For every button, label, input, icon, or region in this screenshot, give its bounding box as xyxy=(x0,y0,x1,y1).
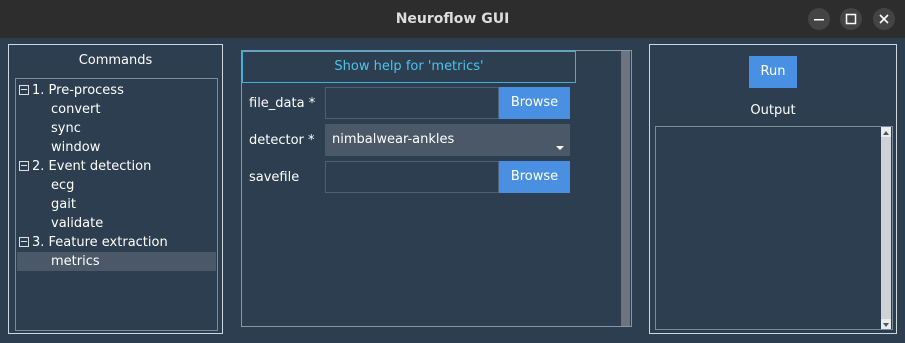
detector-select[interactable]: nimbalwear-ankles xyxy=(325,124,570,156)
file-data-label: file_data * xyxy=(249,96,316,111)
browse-savefile-button[interactable]: Browse xyxy=(499,161,570,193)
run-button[interactable]: Run xyxy=(749,56,797,88)
tree-item-metrics[interactable]: metrics xyxy=(17,252,216,271)
scroll-up-icon xyxy=(883,131,889,135)
tree-group-label: 3. Feature extraction xyxy=(32,235,168,250)
file-data-input[interactable] xyxy=(325,87,499,119)
run-panel: Run Output xyxy=(649,44,897,334)
title-bar: Neuroflow GUI xyxy=(0,0,905,38)
tree-item-convert[interactable]: convert xyxy=(51,100,100,119)
tree-item-window[interactable]: window xyxy=(51,138,100,157)
tree-group-label: 1. Pre-process xyxy=(32,83,124,98)
browse-file-data-button[interactable]: Browse xyxy=(499,87,570,119)
collapse-icon[interactable] xyxy=(19,161,29,171)
output-label: Output xyxy=(750,103,796,118)
form-scrollbar[interactable] xyxy=(621,51,630,326)
dropdown-caret-icon xyxy=(556,146,564,150)
commands-header: Commands xyxy=(78,53,153,68)
output-textarea[interactable] xyxy=(655,126,893,330)
form-panel: Show help for 'metrics' file_data * Brow… xyxy=(241,50,632,327)
close-button[interactable] xyxy=(873,8,895,30)
tree-group-event-detection[interactable]: 2. Event detection xyxy=(18,157,151,176)
tree-group-preprocess[interactable]: 1. Pre-process xyxy=(18,81,124,100)
savefile-input[interactable] xyxy=(325,161,499,193)
command-tree[interactable]: 1. Pre-process convert sync window 2. Ev… xyxy=(15,78,218,331)
collapse-icon[interactable] xyxy=(19,237,29,247)
tree-group-feature-extraction[interactable]: 3. Feature extraction xyxy=(18,233,168,252)
tree-item-validate[interactable]: validate xyxy=(51,214,103,233)
app-window: Neuroflow GUI Commands 1. Pre-process co… xyxy=(0,0,905,343)
minimize-icon xyxy=(814,19,824,21)
close-icon xyxy=(879,14,889,24)
scroll-down-button[interactable] xyxy=(881,319,891,329)
show-help-button[interactable]: Show help for 'metrics' xyxy=(242,51,576,83)
scroll-down-icon xyxy=(883,323,889,327)
window-title: Neuroflow GUI xyxy=(395,11,510,27)
commands-panel: Commands 1. Pre-process convert sync win… xyxy=(8,44,223,334)
tree-group-label: 2. Event detection xyxy=(32,159,152,174)
detector-selected-value: nimbalwear-ankles xyxy=(332,132,455,147)
tree-item-sync[interactable]: sync xyxy=(51,119,81,138)
maximize-button[interactable] xyxy=(840,8,862,30)
maximize-icon xyxy=(845,13,857,25)
savefile-label: savefile xyxy=(249,170,300,185)
tree-item-gait[interactable]: gait xyxy=(51,195,76,214)
scroll-up-button[interactable] xyxy=(881,127,891,137)
minimize-button[interactable] xyxy=(808,8,830,30)
detector-label: detector * xyxy=(249,133,315,148)
collapse-icon[interactable] xyxy=(19,85,29,95)
tree-item-ecg[interactable]: ecg xyxy=(51,176,74,195)
output-scrollbar[interactable] xyxy=(881,127,891,329)
